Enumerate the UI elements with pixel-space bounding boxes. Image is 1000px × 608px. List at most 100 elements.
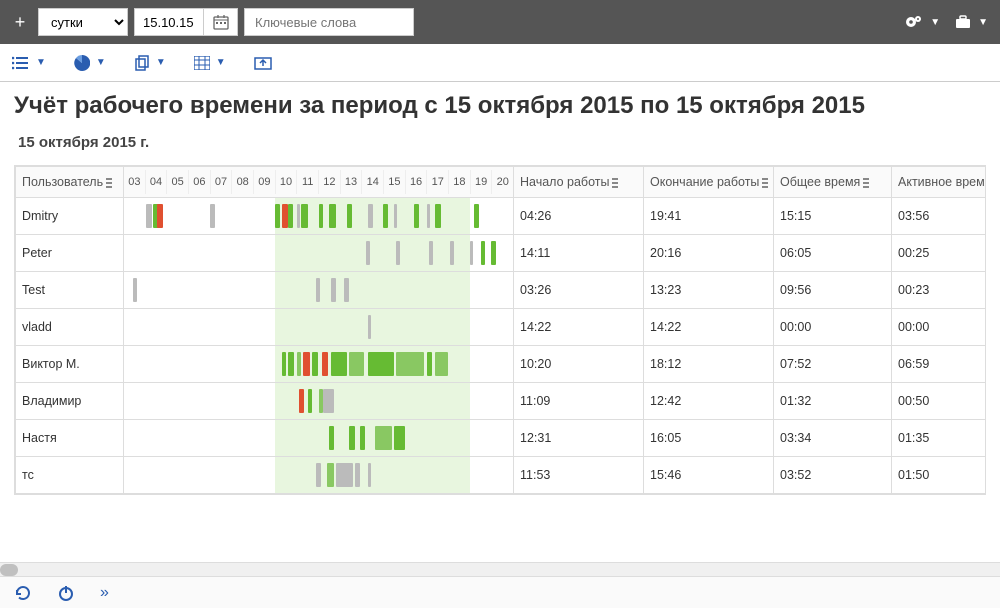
activity-bar xyxy=(303,352,309,376)
table-row[interactable]: Владимир11:0912:4201:3200:500 xyxy=(16,383,987,420)
sort-indicator-icon xyxy=(863,178,869,188)
activity-bar xyxy=(394,426,405,450)
hour-label: 09 xyxy=(254,170,276,194)
end-cell: 13:23 xyxy=(644,272,774,309)
pie-chart-icon xyxy=(74,55,90,71)
activity-bar xyxy=(133,278,137,302)
hour-label: 07 xyxy=(211,170,233,194)
table-row[interactable]: Настя12:3116:0503:3401:350 xyxy=(16,420,987,457)
hour-label: 11 xyxy=(297,170,319,194)
export-button[interactable] xyxy=(254,56,272,70)
activity-bar xyxy=(299,389,304,413)
end-cell: 14:22 xyxy=(644,309,774,346)
table-row[interactable]: Test03:2613:2309:5600:230 xyxy=(16,272,987,309)
col-end[interactable]: Окончание работы xyxy=(644,167,774,198)
activity-bar xyxy=(322,352,328,376)
total-cell: 01:32 xyxy=(774,383,892,420)
start-cell: 12:31 xyxy=(514,420,644,457)
main-content: Учёт рабочего времени за период с 15 окт… xyxy=(0,82,1000,576)
total-cell: 03:34 xyxy=(774,420,892,457)
active-cell: 01:50 xyxy=(892,457,987,494)
scrollbar-thumb[interactable] xyxy=(0,564,18,576)
power-button[interactable] xyxy=(58,585,74,601)
timeline-cell xyxy=(124,198,514,235)
report-table-wrap[interactable]: Пользователь 030405060708091011121314151… xyxy=(14,165,986,495)
activity-bar xyxy=(347,204,352,228)
copy-menu-button[interactable]: ▼ xyxy=(134,55,166,71)
add-button[interactable]: + xyxy=(8,8,32,36)
copy-icon xyxy=(134,55,150,71)
hour-label: 15 xyxy=(384,170,406,194)
header-row: Пользователь 030405060708091011121314151… xyxy=(16,167,987,198)
activity-bar xyxy=(319,204,323,228)
power-icon xyxy=(58,585,74,601)
hour-label: 20 xyxy=(492,170,513,194)
table-row[interactable]: Виктор М.10:2018:1207:5206:590 xyxy=(16,346,987,383)
activity-bar xyxy=(396,241,399,265)
hour-label: 14 xyxy=(362,170,384,194)
sort-indicator-icon xyxy=(106,178,112,188)
start-cell: 04:26 xyxy=(514,198,644,235)
table-row[interactable]: Dmitry04:2619:4115:1503:561 xyxy=(16,198,987,235)
user-cell: Владимир xyxy=(16,383,124,420)
expand-button[interactable]: » xyxy=(100,584,109,602)
end-cell: 18:12 xyxy=(644,346,774,383)
date-input[interactable] xyxy=(134,8,204,36)
activity-bar xyxy=(157,204,162,228)
activity-bar xyxy=(210,204,214,228)
activity-bar xyxy=(375,426,392,450)
col-active[interactable]: Активное время xyxy=(892,167,987,198)
hour-label: 19 xyxy=(471,170,493,194)
activity-bar xyxy=(414,204,419,228)
timeline-cell xyxy=(124,420,514,457)
activity-bar xyxy=(383,204,387,228)
toolbar: ▼ ▼ ▼ ▼ xyxy=(0,44,1000,82)
sort-indicator-icon xyxy=(612,178,618,188)
settings-menu[interactable]: ▼ xyxy=(900,14,944,30)
table-row[interactable]: Peter14:1120:1606:0500:250 xyxy=(16,235,987,272)
activity-bar xyxy=(427,204,430,228)
export-icon xyxy=(254,56,272,70)
activity-bar xyxy=(316,278,319,302)
caret-down-icon: ▼ xyxy=(156,57,166,68)
topbar: + сутки ▼ ▼ xyxy=(0,0,1000,44)
table-row[interactable]: vladd14:2214:2200:0000:000 xyxy=(16,309,987,346)
active-cell: 00:23 xyxy=(892,272,987,309)
activity-bar xyxy=(435,352,448,376)
refresh-button[interactable] xyxy=(14,584,32,602)
col-total[interactable]: Общее время xyxy=(774,167,892,198)
table-row[interactable]: тс11:5315:4603:5201:500 xyxy=(16,457,987,494)
activity-bar xyxy=(329,426,333,450)
total-cell: 00:00 xyxy=(774,309,892,346)
calendar-button[interactable] xyxy=(204,8,238,36)
search-input[interactable] xyxy=(244,8,414,36)
total-cell: 09:56 xyxy=(774,272,892,309)
caret-down-icon: ▼ xyxy=(978,17,988,28)
hour-label: 16 xyxy=(406,170,428,194)
date-heading: 15 октября 2015 г. xyxy=(18,134,986,151)
activity-bar xyxy=(450,241,453,265)
timeline-cell xyxy=(124,346,514,383)
end-cell: 12:42 xyxy=(644,383,774,420)
briefcase-menu[interactable]: ▼ xyxy=(950,14,992,30)
col-start[interactable]: Начало работы xyxy=(514,167,644,198)
chart-menu-button[interactable]: ▼ xyxy=(74,55,106,71)
gears-icon xyxy=(904,14,924,30)
active-cell: 00:25 xyxy=(892,235,987,272)
period-select[interactable]: сутки xyxy=(38,8,128,36)
user-cell: тс xyxy=(16,457,124,494)
sort-indicator-icon xyxy=(762,178,768,188)
start-cell: 11:09 xyxy=(514,383,644,420)
list-menu-button[interactable]: ▼ xyxy=(12,56,46,70)
calendar-icon xyxy=(213,14,229,30)
activity-bar xyxy=(349,352,364,376)
col-user[interactable]: Пользователь xyxy=(16,167,124,198)
activity-bar xyxy=(316,463,320,487)
activity-bar xyxy=(491,241,495,265)
end-cell: 16:05 xyxy=(644,420,774,457)
table-menu-button[interactable]: ▼ xyxy=(194,56,226,70)
activity-bar xyxy=(331,278,335,302)
hour-label: 04 xyxy=(146,170,168,194)
horizontal-scrollbar[interactable] xyxy=(0,562,1000,576)
activity-bar xyxy=(360,426,365,450)
